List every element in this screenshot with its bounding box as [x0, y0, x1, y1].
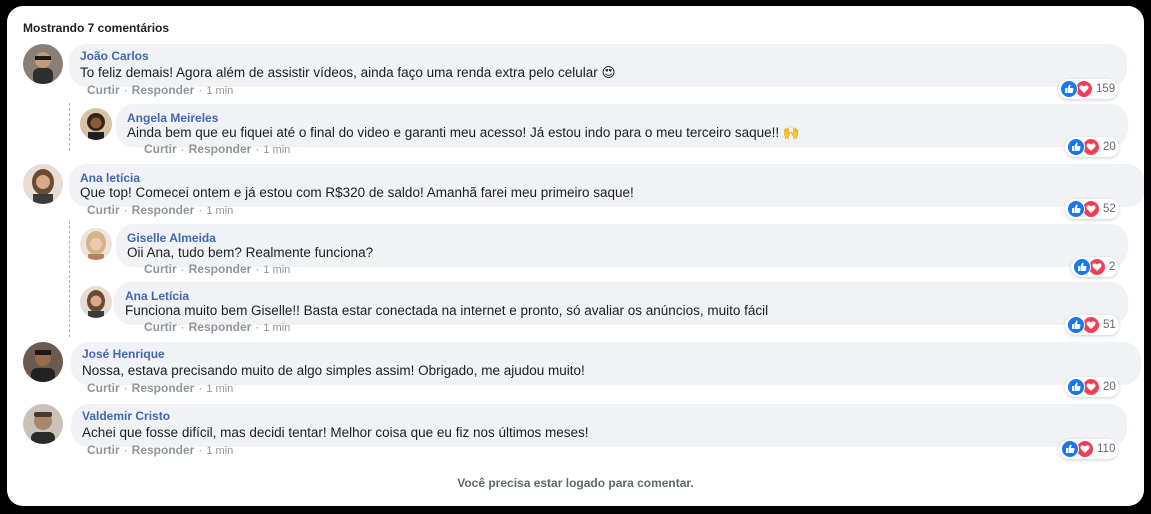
- comment-text: Achei que fosse difícil, mas decidi tent…: [82, 425, 589, 440]
- comment-text: Nossa, estava precisando muito de algo s…: [82, 363, 585, 378]
- comment-text: Que top! Comecei ontem e já estou com R$…: [80, 185, 634, 200]
- avatar[interactable]: [23, 404, 63, 444]
- reaction-count: 2: [1109, 261, 1116, 273]
- reply-link[interactable]: Responder: [132, 83, 195, 97]
- thumbs-up-icon: [1067, 200, 1085, 218]
- comment-author[interactable]: Angela Meireles: [127, 111, 218, 125]
- thumbs-up-icon: [1067, 378, 1085, 396]
- comment-time: 1 min: [263, 322, 291, 334]
- reaction-summary[interactable]: 2: [1071, 257, 1119, 277]
- reaction-count: 51: [1103, 319, 1116, 331]
- avatar[interactable]: [23, 164, 63, 204]
- reply-link[interactable]: Responder: [189, 142, 252, 156]
- comment-bubble: João Carlos To feliz demais! Agora além …: [69, 44, 1127, 87]
- like-link[interactable]: Curtir: [87, 381, 120, 395]
- comment-author[interactable]: Ana letícia: [80, 171, 140, 185]
- comment-time: 1 min: [206, 85, 234, 97]
- reaction-count: 20: [1103, 381, 1116, 393]
- comment-actions: Curtir · Responder · 1 min: [87, 381, 234, 395]
- reaction-count: 159: [1096, 83, 1116, 95]
- like-link[interactable]: Curtir: [144, 262, 177, 276]
- reaction-count: 52: [1103, 203, 1116, 215]
- thumbs-up-icon: [1067, 138, 1085, 156]
- comment-author[interactable]: Giselle Almeida: [127, 231, 216, 245]
- comment-actions: Curtir · Responder · 1 min: [87, 443, 234, 457]
- comment-bubble: Valdemir Cristo Achei que fosse difícil,…: [71, 404, 1127, 447]
- comment-author[interactable]: José Henrique: [82, 347, 165, 361]
- reply-link[interactable]: Responder: [132, 443, 195, 457]
- reply-link[interactable]: Responder: [132, 381, 195, 395]
- comment-time: 1 min: [206, 205, 234, 217]
- like-link[interactable]: Curtir: [87, 203, 120, 217]
- comment-author[interactable]: Valdemir Cristo: [82, 409, 170, 423]
- reaction-count: 110: [1097, 443, 1116, 455]
- comment-time: 1 min: [263, 264, 291, 276]
- comment-text: Oii Ana, tudo bem? Realmente funciona?: [127, 245, 374, 260]
- reply-link[interactable]: Responder: [189, 320, 252, 334]
- comment-actions: Curtir · Responder · 1 min: [87, 203, 234, 217]
- like-link[interactable]: Curtir: [87, 83, 120, 97]
- comment-text: Ainda bem que eu fiquei até o final do v…: [127, 125, 800, 140]
- comment-bubble: Giselle Almeida Oii Ana, tudo bem? Realm…: [116, 224, 1128, 267]
- thumbs-up-icon: [1067, 316, 1085, 334]
- avatar[interactable]: [23, 44, 63, 84]
- avatar[interactable]: [80, 286, 112, 318]
- like-link[interactable]: Curtir: [87, 443, 120, 457]
- thumbs-up-icon: [1073, 258, 1091, 276]
- comment-time: 1 min: [263, 144, 291, 156]
- comment-bubble: Ana letícia Que top! Comecei ontem e já …: [69, 164, 1144, 207]
- login-required-notice: Você precisa estar logado para comentar.: [457, 476, 694, 490]
- reaction-summary[interactable]: 110: [1059, 439, 1119, 459]
- reaction-summary[interactable]: 20: [1065, 377, 1119, 397]
- comment-bubble: Angela Meireles Ainda bem que eu fiquei …: [116, 104, 1128, 147]
- thumbs-up-icon: [1060, 80, 1078, 98]
- reaction-summary[interactable]: 159: [1058, 79, 1119, 99]
- comment-time: 1 min: [206, 445, 234, 457]
- comment-bubble: Ana Letícia Funciona muito bem Giselle!!…: [114, 282, 1128, 325]
- comment-text: Funciona muito bem Giselle!! Basta estar…: [125, 303, 769, 318]
- reaction-summary[interactable]: 52: [1065, 199, 1119, 219]
- comments-count-header: Mostrando 7 comentários: [23, 21, 170, 35]
- reaction-summary[interactable]: 51: [1065, 315, 1119, 335]
- avatar[interactable]: [80, 108, 112, 140]
- reaction-count: 20: [1103, 141, 1116, 153]
- comment-bubble: José Henrique Nossa, estava precisando m…: [71, 342, 1141, 385]
- comment-actions: Curtir · Responder · 1 min: [144, 320, 291, 334]
- comment-text: To feliz demais! Agora além de assistir …: [80, 65, 616, 80]
- comment-actions: Curtir · Responder · 1 min: [144, 142, 291, 156]
- comments-card: Mostrando 7 comentários João Carlos To f…: [7, 6, 1144, 506]
- reply-link[interactable]: Responder: [189, 262, 252, 276]
- like-link[interactable]: Curtir: [144, 320, 177, 334]
- comment-actions: Curtir · Responder · 1 min: [87, 83, 234, 97]
- like-link[interactable]: Curtir: [144, 142, 177, 156]
- comment-time: 1 min: [206, 383, 234, 395]
- reaction-summary[interactable]: 20: [1065, 137, 1119, 157]
- comment-author[interactable]: João Carlos: [80, 49, 149, 63]
- avatar[interactable]: [80, 228, 112, 260]
- reply-link[interactable]: Responder: [132, 203, 195, 217]
- comment-author[interactable]: Ana Letícia: [125, 289, 189, 303]
- reply-thread-line: [69, 103, 70, 151]
- reply-thread-line: [69, 221, 70, 337]
- avatar[interactable]: [23, 342, 63, 382]
- thumbs-up-icon: [1061, 440, 1079, 458]
- comment-actions: Curtir · Responder · 1 min: [144, 262, 291, 276]
